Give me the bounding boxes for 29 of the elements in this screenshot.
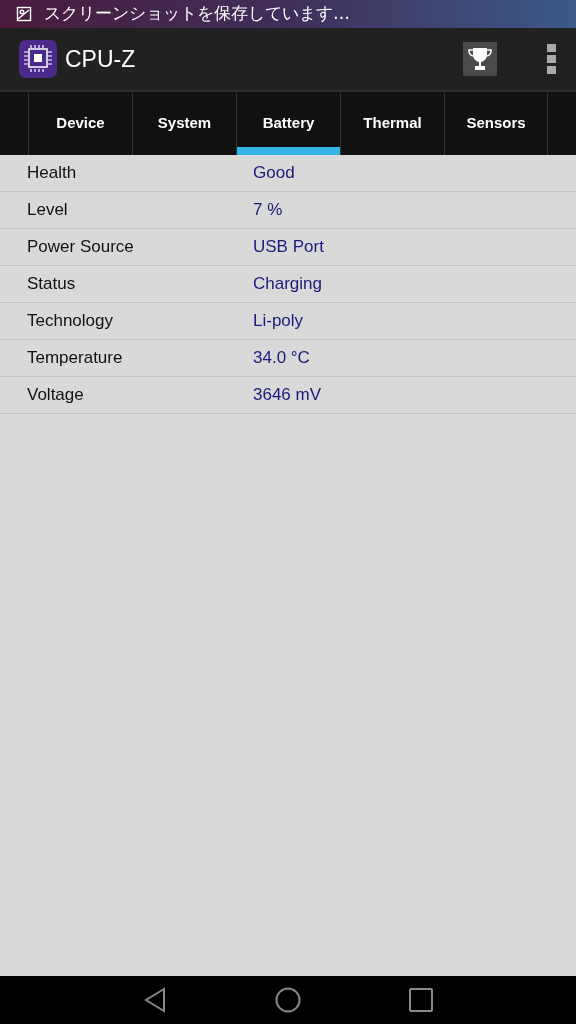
row-label: Level <box>26 199 69 222</box>
row-value: Li-poly <box>253 310 304 333</box>
back-icon[interactable] <box>143 987 167 1013</box>
row-label: Health <box>26 162 78 185</box>
row-value: 34.0 °C <box>253 347 310 370</box>
recents-icon[interactable] <box>409 988 433 1012</box>
row-value: Charging <box>253 273 322 296</box>
trophy-button[interactable] <box>463 42 497 76</box>
tab[interactable]: System <box>132 92 236 155</box>
tab[interactable]: Battery <box>236 92 340 155</box>
chip-icon <box>19 40 57 78</box>
row-value: Good <box>253 162 295 185</box>
home-icon[interactable] <box>275 987 301 1013</box>
app-title: CPU-Z <box>65 44 136 74</box>
tab[interactable]: Thermal <box>340 92 444 155</box>
row-value: 7 % <box>253 199 283 222</box>
tab[interactable]: Sensors <box>444 92 548 155</box>
more-menu-button[interactable] <box>545 44 557 74</box>
row-value: USB Port <box>253 236 324 259</box>
row-label: Voltage <box>26 384 85 407</box>
tab[interactable]: Device <box>28 92 132 155</box>
notification-text: スクリーンショットを保存しています… <box>44 2 350 26</box>
row-label: Power Source <box>26 236 135 259</box>
row-label: Status <box>26 273 77 296</box>
row-label: Technology <box>26 310 114 333</box>
row-value: 3646 mV <box>253 384 322 407</box>
image-icon <box>16 6 32 22</box>
row-label: Temperature <box>26 347 124 370</box>
trophy-icon <box>467 46 493 72</box>
